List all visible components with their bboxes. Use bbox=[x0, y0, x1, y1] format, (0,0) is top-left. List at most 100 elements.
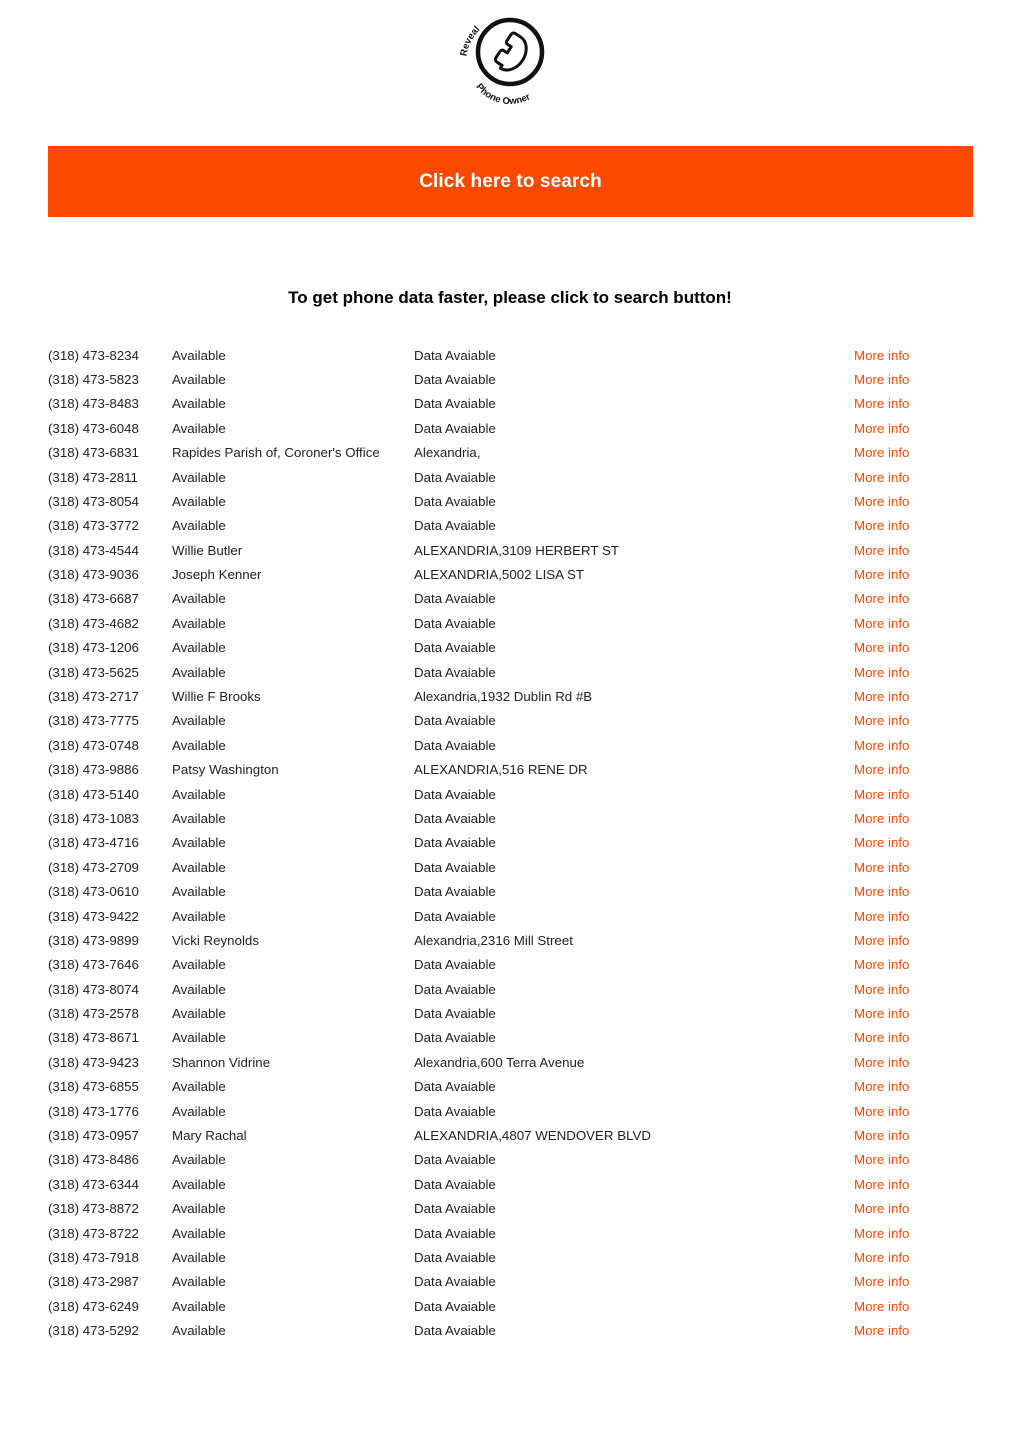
table-row: (318) 473-5823 Available Data Avaiable More… bbox=[48, 367, 973, 391]
more-info-link[interactable]: More info bbox=[854, 445, 909, 460]
more-info-link[interactable]: More info bbox=[854, 1201, 909, 1216]
more-info-link[interactable]: More info bbox=[854, 518, 909, 533]
table-row: (318) 473-6344 Available Data Avaiable More… bbox=[48, 1172, 973, 1196]
address-cell: Data Avaiable bbox=[414, 884, 496, 900]
phone-number-cell: (318) 473-9422 bbox=[48, 908, 139, 924]
more-info-link[interactable]: More info bbox=[854, 738, 909, 753]
more-info-cell: More info bbox=[854, 587, 973, 611]
more-info-link[interactable]: More info bbox=[854, 811, 909, 826]
site-logo[interactable]: Reveal Phone Owner bbox=[0, 6, 1020, 114]
owner-name-cell: Available bbox=[172, 1201, 226, 1217]
phone-number-cell: (318) 473-0748 bbox=[48, 737, 139, 753]
more-info-cell: More info bbox=[854, 1197, 973, 1221]
more-info-link[interactable]: More info bbox=[854, 616, 909, 631]
address-cell: Data Avaiable bbox=[414, 713, 496, 729]
more-info-link[interactable]: More info bbox=[854, 396, 909, 411]
phone-number-cell: (318) 473-5292 bbox=[48, 1323, 139, 1339]
address-cell: Data Avaiable bbox=[414, 420, 496, 436]
owner-name-cell: Available bbox=[172, 1274, 226, 1290]
table-row: (318) 473-2811 Available Data Avaiable More… bbox=[48, 465, 973, 489]
more-info-link[interactable]: More info bbox=[854, 689, 909, 704]
address-cell: Data Avaiable bbox=[414, 1298, 496, 1314]
more-info-link[interactable]: More info bbox=[854, 860, 909, 875]
table-row: (318) 473-4544 Willie Butler ALEXANDRIA,31… bbox=[48, 538, 973, 562]
phone-number-cell: (318) 473-2811 bbox=[48, 469, 138, 485]
more-info-link[interactable]: More info bbox=[854, 982, 909, 997]
owner-name-cell: Vicki Reynolds bbox=[172, 932, 259, 948]
more-info-link[interactable]: More info bbox=[854, 640, 909, 655]
more-info-link[interactable]: More info bbox=[854, 1226, 909, 1241]
address-cell: Data Avaiable bbox=[414, 1079, 496, 1095]
more-info-link[interactable]: More info bbox=[854, 348, 909, 363]
more-info-link[interactable]: More info bbox=[854, 1299, 909, 1314]
more-info-link[interactable]: More info bbox=[854, 787, 909, 802]
owner-name-cell: Available bbox=[172, 371, 226, 387]
phone-number-cell: (318) 473-4544 bbox=[48, 542, 139, 558]
table-row: (318) 473-9422 Available Data Avaiable More… bbox=[48, 904, 973, 928]
more-info-link[interactable]: More info bbox=[854, 884, 909, 899]
more-info-link[interactable]: More info bbox=[854, 567, 909, 582]
more-info-link[interactable]: More info bbox=[854, 591, 909, 606]
more-info-link[interactable]: More info bbox=[854, 1274, 909, 1289]
more-info-link[interactable]: More info bbox=[854, 1128, 909, 1143]
more-info-link[interactable]: More info bbox=[854, 470, 909, 485]
more-info-link[interactable]: More info bbox=[854, 1079, 909, 1094]
more-info-link[interactable]: More info bbox=[854, 543, 909, 558]
more-info-link[interactable]: More info bbox=[854, 1006, 909, 1021]
phone-number-cell: (318) 473-3772 bbox=[48, 518, 139, 534]
address-cell: Data Avaiable bbox=[414, 810, 496, 826]
owner-name-cell: Available bbox=[172, 786, 226, 802]
owner-name-cell: Willie Butler bbox=[172, 542, 243, 558]
table-row: (318) 473-6687 Available Data Avaiable More… bbox=[48, 587, 973, 611]
more-info-link[interactable]: More info bbox=[854, 494, 909, 509]
more-info-link[interactable]: More info bbox=[854, 835, 909, 850]
address-cell: Data Avaiable bbox=[414, 1323, 496, 1339]
owner-name-cell: Available bbox=[172, 1030, 226, 1046]
table-row: (318) 473-6831 Rapides Parish of, Coroner… bbox=[48, 441, 973, 465]
more-info-link[interactable]: More info bbox=[854, 1152, 909, 1167]
owner-name-cell: Available bbox=[172, 664, 226, 680]
table-row: (318) 473-9899 Vicki Reynolds Alexandria,2… bbox=[48, 928, 973, 952]
owner-name-cell: Patsy Washington bbox=[172, 762, 279, 778]
more-info-link[interactable]: More info bbox=[854, 1323, 909, 1338]
more-info-link[interactable]: More info bbox=[854, 957, 909, 972]
more-info-cell: More info bbox=[854, 1270, 973, 1294]
more-info-link[interactable]: More info bbox=[854, 1177, 909, 1192]
more-info-cell: More info bbox=[854, 514, 973, 538]
more-info-link[interactable]: More info bbox=[854, 1055, 909, 1070]
more-info-link[interactable]: More info bbox=[854, 665, 909, 680]
more-info-cell: More info bbox=[854, 1172, 973, 1196]
owner-name-cell: Available bbox=[172, 1006, 226, 1022]
phone-number-cell: (318) 473-8234 bbox=[48, 347, 139, 363]
more-info-cell: More info bbox=[854, 636, 973, 660]
address-cell: Data Avaiable bbox=[414, 1030, 496, 1046]
phone-number-cell: (318) 473-1083 bbox=[48, 810, 139, 826]
phone-number-cell: (318) 473-5140 bbox=[48, 786, 139, 802]
table-row: (318) 473-2987 Available Data Avaiable More… bbox=[48, 1270, 973, 1294]
table-row: (318) 473-9036 Joseph Kenner ALEXANDRIA,50… bbox=[48, 563, 973, 587]
phone-number-cell: (318) 473-2717 bbox=[48, 689, 139, 705]
more-info-link[interactable]: More info bbox=[854, 933, 909, 948]
address-cell: ALEXANDRIA,516 RENE DR bbox=[414, 762, 588, 778]
phone-number-cell: (318) 473-8054 bbox=[48, 493, 139, 509]
phone-listing-body: (318) 473-8234 Available Data Avaiable More… bbox=[48, 343, 973, 1343]
more-info-link[interactable]: More info bbox=[854, 1104, 909, 1119]
more-info-link[interactable]: More info bbox=[854, 909, 909, 924]
more-info-link[interactable]: More info bbox=[854, 1030, 909, 1045]
more-info-link[interactable]: More info bbox=[854, 372, 909, 387]
more-info-cell: More info bbox=[854, 465, 973, 489]
table-row: (318) 473-8074 Available Data Avaiable More… bbox=[48, 977, 973, 1001]
more-info-link[interactable]: More info bbox=[854, 1250, 909, 1265]
more-info-link[interactable]: More info bbox=[854, 762, 909, 777]
phone-number-cell: (318) 473-6344 bbox=[48, 1176, 139, 1192]
table-row: (318) 473-8671 Available Data Avaiable More… bbox=[48, 1026, 973, 1050]
click-here-to-search-banner[interactable]: Click here to search bbox=[48, 146, 973, 217]
more-info-link[interactable]: More info bbox=[854, 421, 909, 436]
more-info-link[interactable]: More info bbox=[854, 713, 909, 728]
phone-number-cell: (318) 473-6687 bbox=[48, 591, 139, 607]
owner-name-cell: Available bbox=[172, 1298, 226, 1314]
owner-name-cell: Willie F Brooks bbox=[172, 689, 261, 705]
table-row: (318) 473-6048 Available Data Avaiable More… bbox=[48, 416, 973, 440]
table-row: (318) 473-8234 Available Data Avaiable More… bbox=[48, 343, 973, 367]
reveal-phone-owner-badge[interactable]: Reveal Phone Owner bbox=[454, 6, 566, 110]
